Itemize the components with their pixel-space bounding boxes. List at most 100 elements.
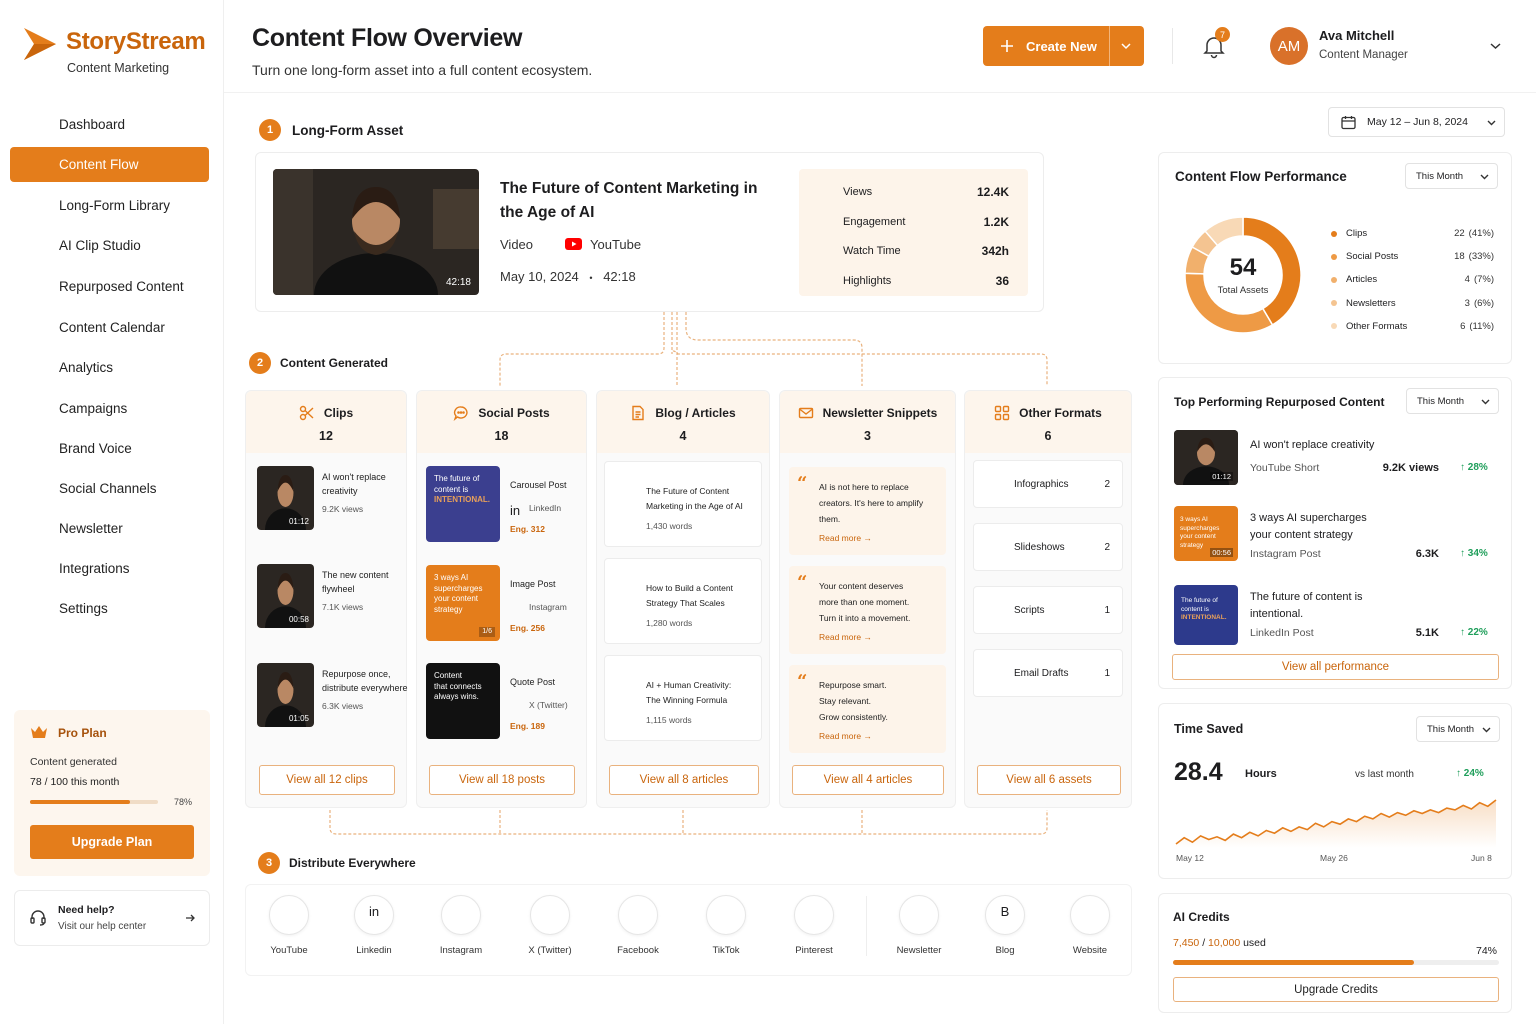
social-post-thumbnail[interactable]: 3 ways AI supercharges your content strateg… xyxy=(426,565,500,641)
newsletter-header: Newsletter Snippets 3 xyxy=(780,391,955,453)
channel-blog[interactable]: B Blog xyxy=(973,895,1037,956)
sidebar-item-content-flow[interactable]: Content Flow xyxy=(10,147,209,182)
sidebar-item-long-form-library[interactable]: Long-Form Library xyxy=(10,188,209,223)
chevron-down-icon[interactable] xyxy=(1121,42,1131,50)
channel-facebook[interactable]: Facebook xyxy=(606,895,670,956)
other-format-row[interactable]: Infographics 2 xyxy=(973,460,1123,508)
other-format-row[interactable]: Scripts 1 xyxy=(973,586,1123,634)
upgrade-plan-button[interactable]: Upgrade Plan xyxy=(30,825,194,859)
channel-button[interactable] xyxy=(794,895,834,935)
channel-instagram[interactable]: Instagram xyxy=(429,895,493,956)
channel-button[interactable] xyxy=(706,895,746,935)
top-content-thumbnail[interactable]: 3 ways AI supercharges your content strateg… xyxy=(1174,506,1238,561)
snippet-text: AI is not here to replace creators. It's … xyxy=(819,479,923,527)
plan-percent: 78% xyxy=(174,797,193,807)
asset-thumbnail[interactable]: 42:18 xyxy=(273,169,479,295)
help-card[interactable]: Need help? Visit our help center xyxy=(14,890,210,946)
channel-button[interactable] xyxy=(530,895,570,935)
channel-button[interactable]: B xyxy=(985,895,1025,935)
top-period-label: This Month xyxy=(1417,395,1464,407)
sidebar-item-analytics[interactable]: Analytics xyxy=(10,350,209,385)
channel-button[interactable] xyxy=(899,895,939,935)
clips-header: Clips 12 xyxy=(246,391,406,453)
legend-label: Social Posts xyxy=(1346,251,1399,263)
clip-title[interactable]: The new content flywheel xyxy=(322,568,389,596)
time-period-select[interactable]: This Month xyxy=(1416,716,1500,742)
x-icon xyxy=(510,700,520,710)
sidebar-item-content-calendar[interactable]: Content Calendar xyxy=(10,310,209,345)
sidebar-item-newsletter[interactable]: Newsletter xyxy=(10,511,209,546)
view-all-posts-button[interactable]: View all 18 posts xyxy=(429,765,575,795)
top-content-title[interactable]: 3 ways AI supercharges your content strat… xyxy=(1250,510,1367,544)
sidebar-item-social-channels[interactable]: Social Channels xyxy=(10,471,209,506)
sidebar-item-campaigns[interactable]: Campaigns xyxy=(10,391,209,426)
channel-youtube[interactable]: YouTube xyxy=(257,895,321,956)
grid-icon xyxy=(994,405,1010,421)
clip-title[interactable]: Repurpose once, distribute everywhere xyxy=(322,667,408,695)
performance-period-select[interactable]: This Month xyxy=(1405,163,1498,189)
chevron-down-icon[interactable] xyxy=(1490,42,1501,50)
view-all-newsletter-button[interactable]: View all 4 articles xyxy=(792,765,944,795)
other-format-row[interactable]: Email Drafts 1 xyxy=(973,649,1123,697)
legend-row: Social Posts 18 (33%) xyxy=(1331,251,1494,262)
channel-pinterest[interactable]: Pinterest xyxy=(782,895,846,956)
channel-button[interactable] xyxy=(618,895,658,935)
view-all-performance-button[interactable]: View all performance xyxy=(1172,654,1499,680)
date-range-select[interactable]: May 12 – Jun 8, 2024 xyxy=(1328,107,1505,137)
clip-title[interactable]: AI won't replace creativity xyxy=(322,470,386,498)
sidebar-item-repurposed-content[interactable]: Repurposed Content xyxy=(10,269,209,304)
newsletter-snippet-card[interactable]: “ AI is not here to replace creators. It's… xyxy=(789,467,946,555)
channel-button[interactable] xyxy=(269,895,309,935)
channel-x-twitter-[interactable]: X (Twitter) xyxy=(518,895,582,956)
chevron-down-icon xyxy=(1487,120,1496,125)
snippet-line: them. xyxy=(819,514,841,524)
long-form-asset-card[interactable]: 42:18 The Future of Content Marketing in… xyxy=(255,152,1044,312)
view-all-articles-button[interactable]: View all 8 articles xyxy=(609,765,759,795)
clip-thumbnail[interactable]: 01:05 xyxy=(257,663,314,727)
plug-icon xyxy=(23,560,41,578)
legend-count: 22 xyxy=(1454,228,1465,239)
upgrade-credits-button[interactable]: Upgrade Credits xyxy=(1173,977,1499,1002)
view-all-clips-button[interactable]: View all 12 clips xyxy=(259,765,395,795)
social-post-thumbnail[interactable]: The future of content is INTENTIONAL. xyxy=(426,466,500,542)
clip-thumbnail[interactable]: 01:12 xyxy=(257,466,314,530)
top-content-title[interactable]: The future of content is intentional. xyxy=(1250,589,1363,623)
date-range-label: May 12 – Jun 8, 2024 xyxy=(1367,116,1468,128)
document-icon xyxy=(23,197,41,215)
snippet-text: Repurpose smart. Stay relevant. Grow consi… xyxy=(819,677,888,725)
view-all-assets-button[interactable]: View all 6 assets xyxy=(977,765,1121,795)
sidebar-item-integrations[interactable]: Integrations xyxy=(10,551,209,586)
channel-button[interactable] xyxy=(441,895,481,935)
step-3-number: 3 xyxy=(258,852,280,874)
sidebar-item-brand-voice[interactable]: Brand Voice xyxy=(10,431,209,466)
time-saved-growth-value: 24% xyxy=(1463,768,1484,779)
channel-tiktok[interactable]: TikTok xyxy=(694,895,758,956)
thumbnail-text: Content xyxy=(434,671,463,680)
asset-date: May 10, 2024 xyxy=(500,269,579,284)
sidebar-item-dashboard[interactable]: Dashboard xyxy=(10,107,209,142)
newsletter-snippet-card[interactable]: “ Repurpose smart. Stay relevant. Grow cons… xyxy=(789,665,946,753)
top-content-thumbnail[interactable]: 01:12 xyxy=(1174,430,1238,485)
top-period-select[interactable]: This Month xyxy=(1406,388,1499,414)
channel-website[interactable]: Website xyxy=(1058,895,1122,956)
channel-button[interactable] xyxy=(1070,895,1110,935)
legend-percent: (7%) xyxy=(1473,274,1494,286)
sidebar-item-settings[interactable]: Settings xyxy=(10,591,209,626)
top-content-thumbnail[interactable]: The future of content is INTENTIONAL. xyxy=(1174,585,1238,645)
channel-button[interactable]: in xyxy=(354,895,394,935)
avatar[interactable]: AM xyxy=(1270,27,1308,65)
create-new-button[interactable]: Create New xyxy=(983,26,1144,66)
channel-newsletter[interactable]: Newsletter xyxy=(887,895,951,956)
blog-title-line: Strategy That Scales xyxy=(646,598,725,608)
read-more-link[interactable]: Read more → xyxy=(819,731,872,741)
social-post-thumbnail[interactable]: Content that connects always wins. xyxy=(426,663,500,739)
top-content-title[interactable]: AI won't replace creativity xyxy=(1250,437,1374,454)
other-format-row[interactable]: Slideshows 2 xyxy=(973,523,1123,571)
newsletter-snippet-card[interactable]: “ Your content deserves more than one mome… xyxy=(789,566,946,654)
page-subtitle: Turn one long-form asset into a full con… xyxy=(252,62,593,78)
read-more-link[interactable]: Read more → xyxy=(819,533,872,543)
channel-linkedin[interactable]: in Linkedin xyxy=(342,895,406,956)
read-more-link[interactable]: Read more → xyxy=(819,632,872,642)
clip-thumbnail[interactable]: 00:58 xyxy=(257,564,314,628)
sidebar-item-ai-clip-studio[interactable]: AI Clip Studio xyxy=(10,228,209,263)
